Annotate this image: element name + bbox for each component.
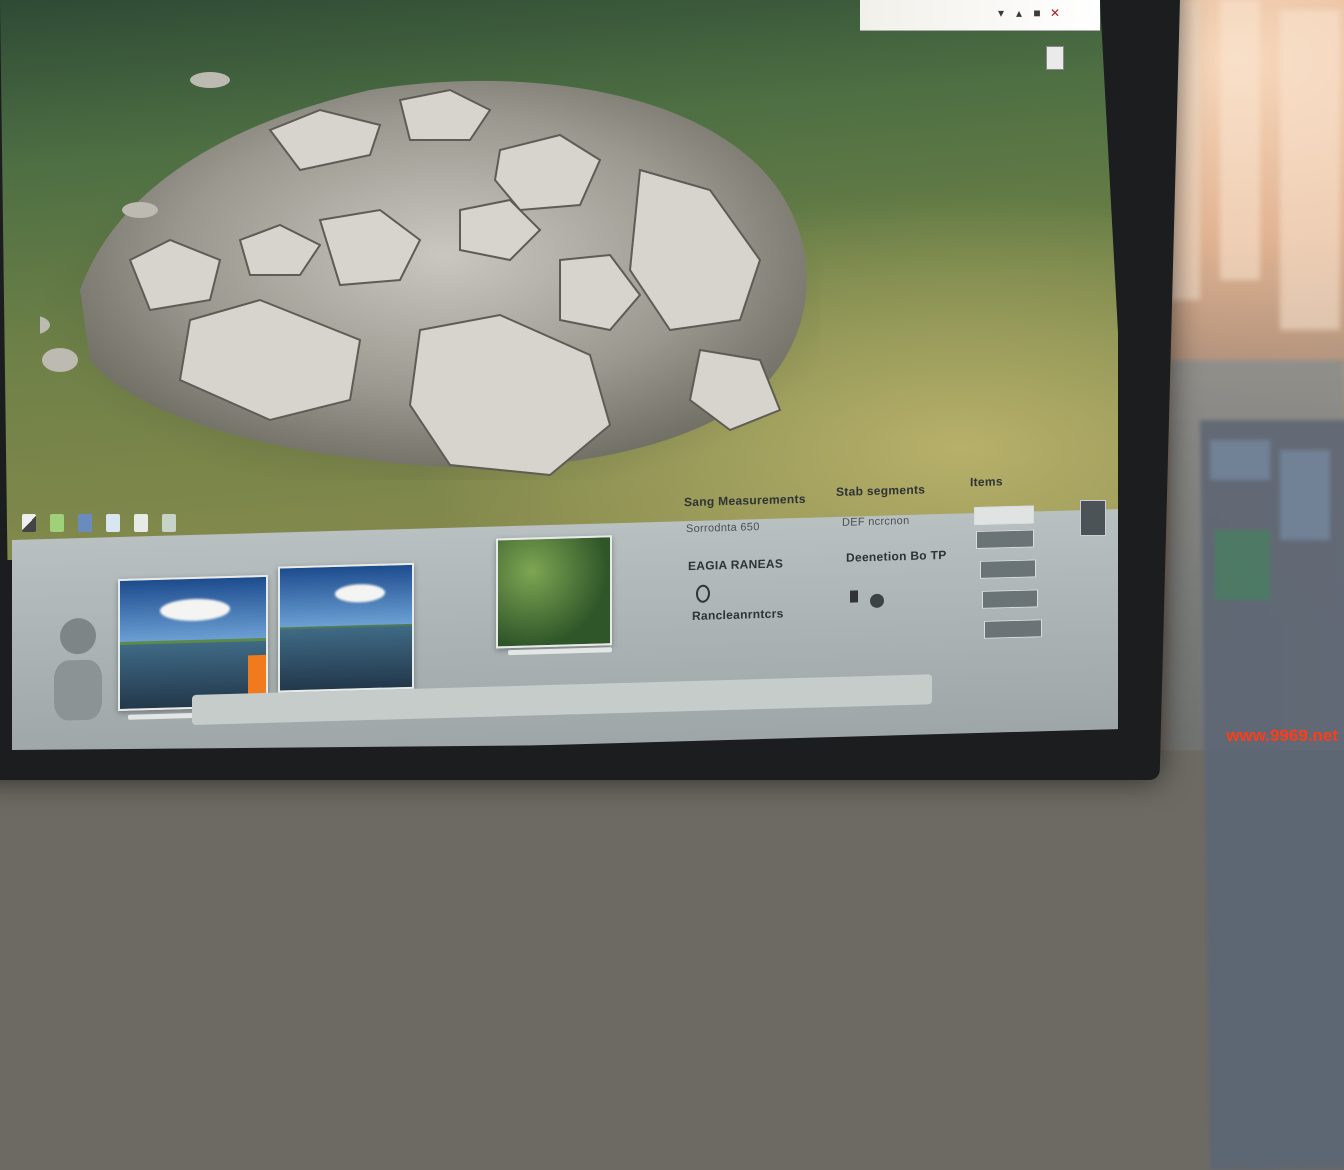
lock-icon[interactable]: [850, 590, 858, 603]
viewport-toolbar: [22, 514, 176, 532]
watermark-text: www.9969.net: [1226, 726, 1338, 745]
background-monitor: [1170, 360, 1344, 1170]
bottom-panel: Sang Measurements Sorrodnta 650 EAGIA RA…: [12, 474, 1118, 750]
items-field-2[interactable]: [976, 529, 1034, 550]
items-field-1[interactable]: [974, 505, 1034, 526]
row-measure-2: EAGIA RANEAS: [688, 556, 784, 574]
maximize-icon[interactable]: ■: [1030, 6, 1044, 22]
layer-tool-icon[interactable]: [50, 514, 64, 532]
thumbnail-3-caption: [508, 647, 612, 656]
row-measure-1: Sorrodnta 650: [686, 521, 760, 536]
toggle-knob[interactable]: [870, 593, 884, 609]
pencil-tool-icon[interactable]: [22, 514, 36, 532]
collapse-icon[interactable]: ▴: [1012, 6, 1026, 22]
window-titlebar: ▾ ▴ ■ ✕: [860, 0, 1100, 31]
measure-tool-icon[interactable]: [78, 514, 92, 532]
row-measure-3: Rancleanrntcrs: [692, 606, 784, 624]
items-field-3[interactable]: [980, 559, 1036, 579]
image-thumbnail-1[interactable]: [118, 574, 268, 712]
section-header-segments: Stab segments: [836, 482, 926, 499]
settings-tool-icon[interactable]: [162, 514, 176, 532]
dropdown-icon[interactable]: ▾: [994, 6, 1008, 22]
image-thumbnail-3[interactable]: [496, 535, 612, 649]
row-segment-1: DEF ncrcnon: [842, 514, 910, 529]
image-thumbnail-2[interactable]: [278, 562, 414, 693]
section-header-items: Items: [970, 474, 1003, 490]
nav-dial-top[interactable]: [60, 617, 96, 655]
export-tool-icon[interactable]: [134, 514, 148, 532]
items-field-4[interactable]: [982, 589, 1038, 609]
row-segment-2: Deenetion Bo TP: [846, 547, 947, 565]
3d-viewport[interactable]: ▾ ▴ ■ ✕: [0, 0, 1118, 560]
view-toggle-button[interactable]: [1046, 46, 1064, 70]
close-icon[interactable]: ✕: [1048, 6, 1062, 22]
radio-option[interactable]: [696, 584, 710, 603]
rock-outcrop-model: [40, 72, 820, 480]
bookmark-button[interactable]: [1080, 500, 1106, 536]
app-screen: ▾ ▴ ■ ✕ Sang Measurements Sorrodnta 650 …: [0, 0, 1118, 750]
nav-dial-bottom[interactable]: [54, 659, 102, 721]
document-tool-icon[interactable]: [106, 514, 120, 532]
items-field-5[interactable]: [984, 619, 1042, 639]
